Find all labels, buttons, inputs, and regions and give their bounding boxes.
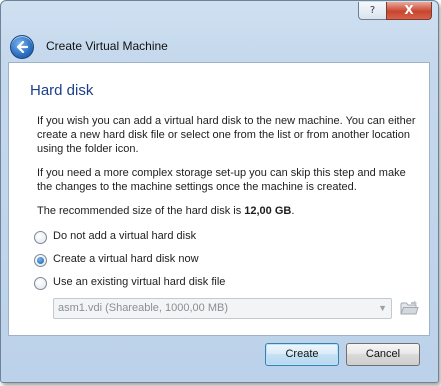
recommended-size-value: 12,00 GB xyxy=(244,205,292,217)
radio-create-disk[interactable] xyxy=(34,254,47,267)
folder-icon xyxy=(400,300,419,315)
recommended-size-suffix: . xyxy=(291,205,295,217)
wizard-header: Create Virtual Machine xyxy=(2,31,437,61)
content-panel xyxy=(8,62,430,336)
existing-disk-value: asm1.vdi (Shareable, 1000,00 MB) xyxy=(58,302,228,314)
close-button[interactable]: X xyxy=(386,2,432,20)
page-title: Hard disk xyxy=(30,82,94,99)
chevron-down-icon: ▼ xyxy=(378,303,387,313)
intro-text: If you wish you can add a virtual hard d… xyxy=(37,115,416,155)
radio-no-disk[interactable] xyxy=(34,231,47,244)
option-label: Use an existing virtual hard disk file xyxy=(53,276,226,288)
option-label: Create a virtual hard disk now xyxy=(53,253,199,265)
title-bar: ? X xyxy=(1,1,438,31)
help-button[interactable]: ? xyxy=(358,2,387,20)
back-arrow-icon xyxy=(16,41,28,53)
recommended-size-text: The recommended size of the hard disk is… xyxy=(37,204,422,218)
create-button[interactable]: Create xyxy=(265,343,339,366)
back-button[interactable] xyxy=(10,35,34,59)
recommended-size-prefix: The recommended size of the hard disk is xyxy=(37,205,245,217)
complex-storage-text: If you need a more complex storage set-u… xyxy=(37,167,406,193)
wizard-title: Create Virtual Machine xyxy=(46,39,168,53)
option-label: Do not add a virtual hard disk xyxy=(53,230,197,242)
cancel-button[interactable]: Cancel xyxy=(346,343,420,366)
existing-disk-select[interactable]: asm1.vdi (Shareable, 1000,00 MB) ▼ xyxy=(53,298,392,319)
radio-existing-disk[interactable] xyxy=(34,277,47,290)
choose-disk-button[interactable] xyxy=(399,298,419,318)
